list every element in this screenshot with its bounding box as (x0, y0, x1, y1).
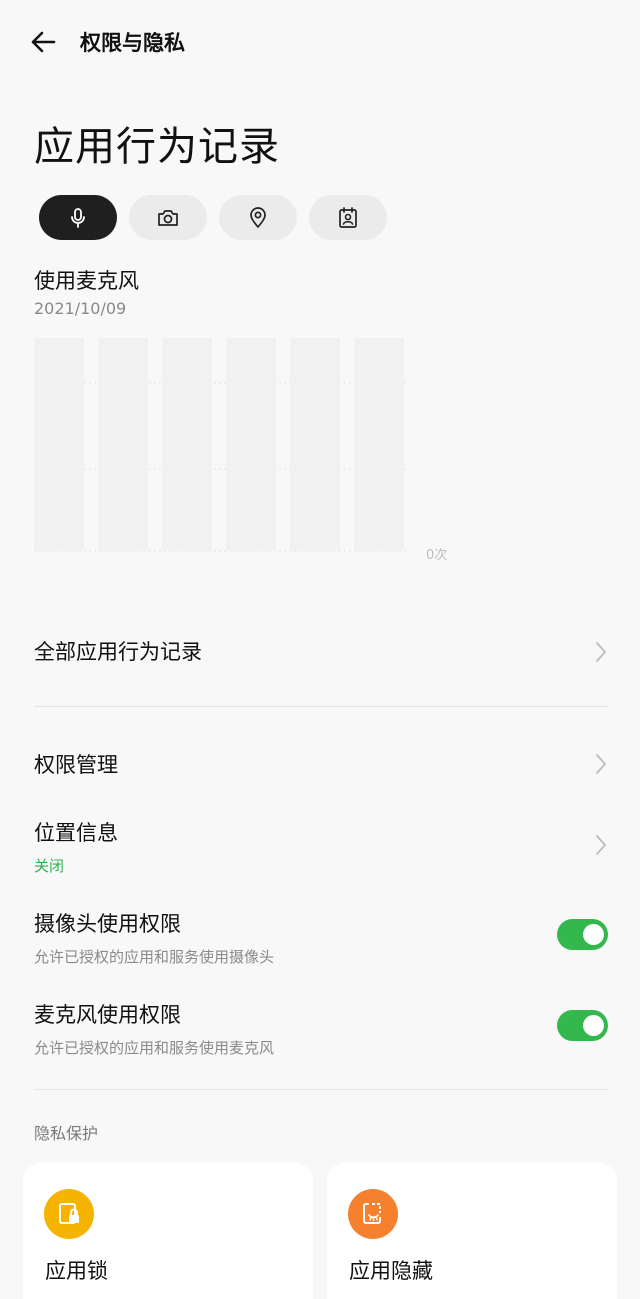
usage-date: 2021/10/09 (34, 299, 127, 318)
divider (34, 1089, 608, 1090)
location-info-row[interactable]: 位置信息 关闭 (34, 817, 608, 877)
location-status: 关闭 (34, 857, 65, 875)
mic-permission-label: 麦克风使用权限 (34, 1003, 181, 1027)
permission-filter-row (39, 195, 387, 240)
location-icon (250, 206, 266, 228)
back-button[interactable] (26, 26, 62, 58)
camera-permission-toggle[interactable] (557, 919, 608, 950)
usage-bar-chart (34, 338, 410, 552)
chart-bar-track (98, 338, 148, 551)
chart-zero-label: 0次 (426, 548, 448, 563)
chart-bar-track (290, 338, 340, 551)
app-lock-icon (44, 1189, 94, 1239)
page-title: 应用行为记录 (34, 124, 280, 170)
chevron-right-icon (596, 835, 607, 855)
all-records-label: 全部应用行为记录 (34, 640, 202, 664)
chevron-right-icon (596, 642, 607, 662)
all-records-row[interactable]: 全部应用行为记录 (34, 636, 608, 670)
usage-label: 使用麦克风 (34, 269, 139, 293)
mic-permission-desc: 允许已授权的应用和服务使用麦克风 (34, 1039, 275, 1057)
camera-permission-label: 摄像头使用权限 (34, 912, 181, 936)
toggle-knob (583, 924, 604, 945)
app-hide-label: 应用隐藏 (349, 1259, 433, 1283)
app-hide-card[interactable]: 应用隐藏 (327, 1163, 617, 1299)
toggle-knob (583, 1015, 604, 1036)
contacts-icon (339, 206, 357, 228)
mic-permission-toggle[interactable] (557, 1010, 608, 1041)
chevron-right-icon (596, 754, 607, 774)
camera-permission-row: 摄像头使用权限 允许已授权的应用和服务使用摄像头 (34, 908, 608, 968)
location-info-label: 位置信息 (34, 821, 118, 845)
chart-bar-track (354, 338, 404, 551)
top-bar: 权限与隐私 (0, 0, 640, 84)
app-hide-icon (348, 1189, 398, 1239)
permission-manage-label: 权限管理 (34, 753, 118, 777)
app-lock-label: 应用锁 (45, 1259, 108, 1283)
camera-permission-desc: 允许已授权的应用和服务使用摄像头 (34, 948, 275, 966)
header-title: 权限与隐私 (80, 31, 185, 55)
microphone-icon (71, 207, 85, 228)
filter-microphone[interactable] (39, 195, 117, 240)
chart-bar-track (226, 338, 276, 551)
back-arrow-icon (31, 31, 56, 53)
camera-icon (158, 209, 178, 226)
permission-manage-row[interactable]: 权限管理 (34, 749, 608, 783)
app-lock-card[interactable]: 应用锁 (23, 1163, 313, 1299)
chart-bar-track (162, 338, 212, 551)
mic-permission-row: 麦克风使用权限 允许已授权的应用和服务使用麦克风 (34, 999, 608, 1059)
filter-contacts[interactable] (309, 195, 387, 240)
filter-camera[interactable] (129, 195, 207, 240)
divider (34, 706, 608, 707)
privacy-section-title: 隐私保护 (34, 1124, 99, 1143)
filter-location[interactable] (219, 195, 297, 240)
chart-bar-track (34, 338, 84, 551)
